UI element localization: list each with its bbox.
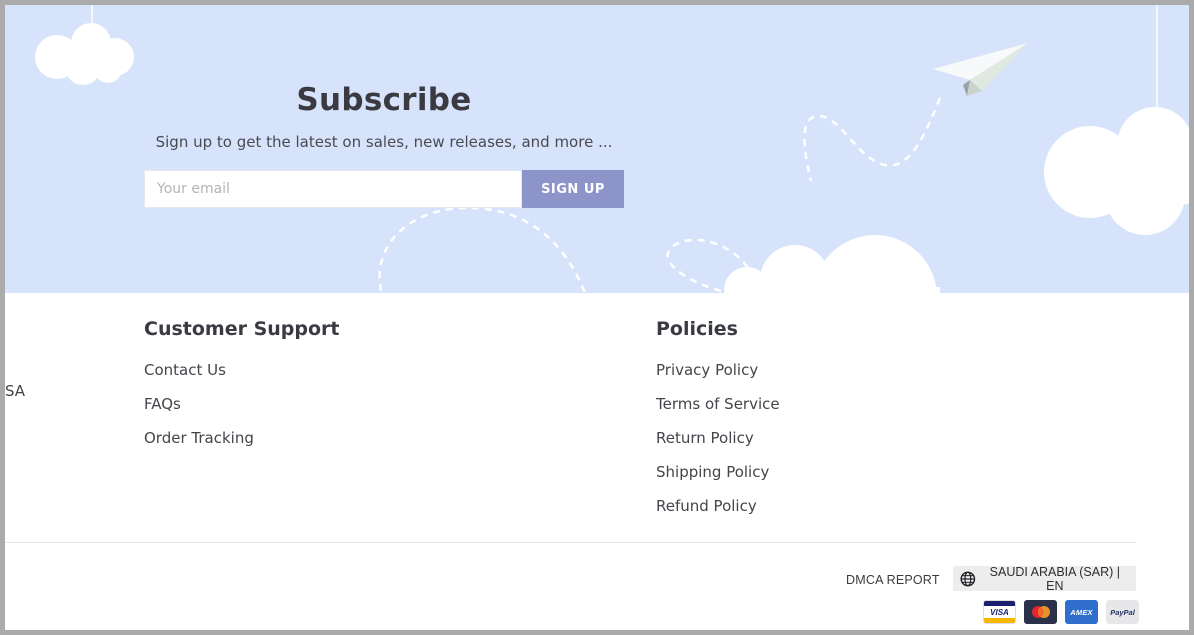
subscribe-title: Subscribe bbox=[296, 82, 472, 118]
cloud-icon bbox=[35, 23, 134, 85]
email-input[interactable] bbox=[144, 170, 522, 208]
globe-icon bbox=[960, 571, 976, 586]
subscribe-banner: Subscribe Sign up to get the latest on s… bbox=[5, 5, 1189, 293]
terms-of-service-link[interactable]: Terms of Service bbox=[656, 395, 780, 413]
customer-support-heading: Customer Support bbox=[144, 318, 340, 340]
sign-up-button[interactable]: SIGN UP bbox=[522, 170, 624, 208]
mastercard-icon bbox=[1024, 600, 1057, 624]
visa-icon: VISA bbox=[983, 600, 1016, 624]
shipping-policy-link[interactable]: Shipping Policy bbox=[656, 463, 769, 481]
faqs-link[interactable]: FAQs bbox=[144, 395, 181, 413]
refund-policy-link[interactable]: Refund Policy bbox=[656, 497, 757, 515]
cloud-icon bbox=[1044, 107, 1189, 235]
amex-icon: AMEX bbox=[1065, 600, 1098, 624]
dmca-report-link[interactable]: DMCA REPORT bbox=[846, 573, 940, 587]
contact-us-link[interactable]: Contact Us bbox=[144, 361, 226, 379]
privacy-policy-link[interactable]: Privacy Policy bbox=[656, 361, 758, 379]
policies-heading: Policies bbox=[656, 318, 738, 340]
footer-divider bbox=[5, 542, 1136, 543]
page-frame: Subscribe Sign up to get the latest on s… bbox=[5, 5, 1189, 630]
return-policy-link[interactable]: Return Policy bbox=[656, 429, 754, 447]
paypal-label: PayPal bbox=[1110, 607, 1135, 617]
order-tracking-link[interactable]: Order Tracking bbox=[144, 429, 254, 447]
subscribe-subtitle: Sign up to get the latest on sales, new … bbox=[155, 133, 613, 151]
cloud-icon bbox=[724, 235, 940, 293]
paypal-icon: PayPal bbox=[1106, 600, 1139, 624]
cut-off-text: SA bbox=[5, 382, 26, 400]
locale-label: SAUDI ARABIA (SAR) | EN bbox=[989, 564, 1121, 593]
locale-selector[interactable]: SAUDI ARABIA (SAR) | EN bbox=[953, 564, 1136, 593]
paper-plane-icon bbox=[933, 43, 1028, 96]
visa-label: VISA bbox=[990, 607, 1009, 617]
amex-label: AMEX bbox=[1070, 607, 1093, 617]
payment-methods: VISA AMEX PayPal bbox=[983, 600, 1139, 624]
